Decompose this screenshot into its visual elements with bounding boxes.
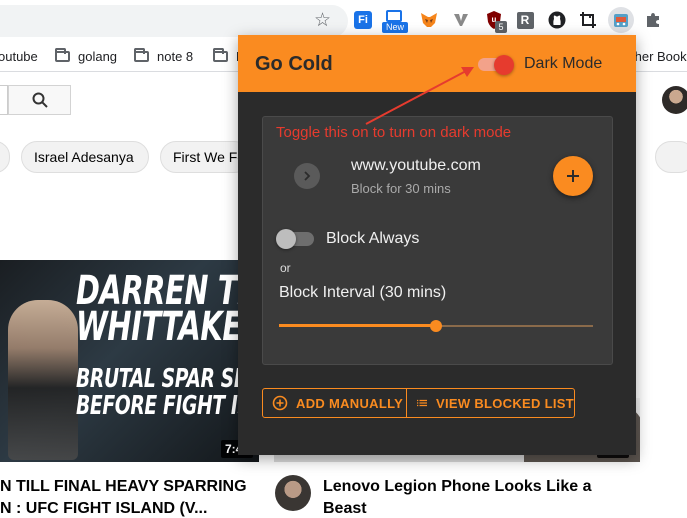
interval-slider-fill (279, 324, 436, 327)
dark-mode-label: Dark Mode (524, 55, 603, 72)
gocold-extension-icon[interactable] (608, 7, 634, 33)
new-extension-icon[interactable]: New (382, 9, 408, 33)
bookmark-label: note 8 (157, 48, 194, 64)
bookmark-youtube[interactable]: outube (0, 46, 38, 66)
bookmark-label: ther Book (631, 48, 687, 64)
address-bar[interactable] (0, 5, 348, 37)
screenshot-crop-icon[interactable] (577, 9, 599, 31)
bookmark-label: outube (0, 48, 38, 64)
ublock-count-badge: 5 (495, 21, 507, 33)
chevron-right-icon (304, 171, 311, 181)
folder-icon (55, 47, 70, 62)
gocold-popup: Go Cold Dark Mode Toggle this on to turn… (238, 35, 636, 455)
chip[interactable] (655, 141, 687, 173)
or-label: or (280, 261, 291, 275)
video-title-1-line2[interactable]: N : UFC FIGHT ISLAND (V... (0, 498, 207, 518)
github-icon[interactable] (546, 9, 568, 31)
folder-icon (213, 47, 228, 62)
blocked-site-url: www.youtube.com (351, 157, 481, 174)
chip-first-we-feast[interactable]: First We Fe (160, 141, 250, 173)
video-title-2-line2[interactable]: Beast (323, 498, 367, 518)
bookmark-label: golang (78, 48, 118, 64)
add-manually-label: ADD MANUALLY (296, 395, 404, 411)
youtube-search-button[interactable] (8, 85, 71, 115)
extensions-puzzle-icon[interactable] (642, 9, 664, 31)
block-always-label: Block Always (326, 230, 420, 247)
popup-title: Go Cold (255, 53, 333, 75)
popup-header: Go Cold Dark Mode (238, 35, 636, 92)
bookmark-other[interactable]: ther Book (631, 46, 687, 66)
channel-avatar[interactable] (275, 475, 311, 511)
interval-slider-thumb[interactable] (430, 320, 442, 332)
browser-toolbar: ☆ Fi New u 5 R (0, 0, 687, 40)
v-extension-icon[interactable] (450, 9, 472, 31)
video-title-1[interactable]: N TILL FINAL HEAVY SPARRING (0, 476, 247, 498)
bookmark-folder-note8[interactable]: note 8 (134, 46, 193, 66)
thumbnail-text-line: BEFORE FIGHT ISLAND (76, 391, 259, 421)
add-site-button[interactable] (553, 156, 593, 196)
video-thumbnail-1[interactable]: DARREN TILL WHITTAKER BRUTAL SPAR SESSIO… (0, 260, 259, 462)
new-badge: New (382, 22, 408, 33)
ublock-icon[interactable]: u 5 (483, 9, 507, 33)
view-blocked-list-button[interactable]: VIEW BLOCKED LIST (406, 389, 574, 417)
block-duration-text: Block for 30 mins (351, 181, 451, 196)
chip[interactable] (0, 141, 10, 173)
video-title-2[interactable]: Lenovo Legion Phone Looks Like a (323, 476, 591, 498)
dark-mode-toggle-thumb[interactable] (494, 55, 514, 75)
metamask-icon[interactable] (418, 9, 440, 31)
add-circle-icon (272, 395, 288, 411)
folder-icon (134, 47, 149, 62)
fi-extension-icon[interactable]: Fi (352, 9, 374, 31)
view-blocked-list-label: VIEW BLOCKED LIST (436, 395, 574, 411)
thumbnail-fighter-image (8, 300, 78, 460)
r-extension-icon[interactable]: R (514, 9, 536, 31)
fi-extension-label: Fi (354, 11, 372, 29)
dark-mode-annotation: Toggle this on to turn on dark mode (276, 124, 512, 141)
r-extension-label: R (516, 11, 534, 29)
search-icon (32, 92, 48, 108)
plus-icon (567, 170, 579, 182)
youtube-search-input[interactable] (0, 85, 8, 115)
thumbnail-text-line: WHITTAKER (76, 304, 259, 350)
thumbnail-text-line: BRUTAL SPAR SESSIO (76, 364, 259, 394)
bookmark-folder-golang[interactable]: golang (55, 46, 117, 66)
block-always-toggle-thumb[interactable] (276, 229, 296, 249)
bookmark-star-icon[interactable]: ☆ (314, 8, 331, 32)
block-interval-label: Block Interval (30 mins) (279, 284, 447, 301)
expand-site-button[interactable] (294, 163, 320, 189)
list-icon (417, 399, 427, 407)
popup-action-buttons: ADD MANUALLY VIEW BLOCKED LIST (262, 388, 575, 418)
account-avatar[interactable] (662, 86, 687, 114)
add-manually-button[interactable]: ADD MANUALLY (263, 389, 406, 417)
chip-israel-adesanya[interactable]: Israel Adesanya (21, 141, 149, 173)
